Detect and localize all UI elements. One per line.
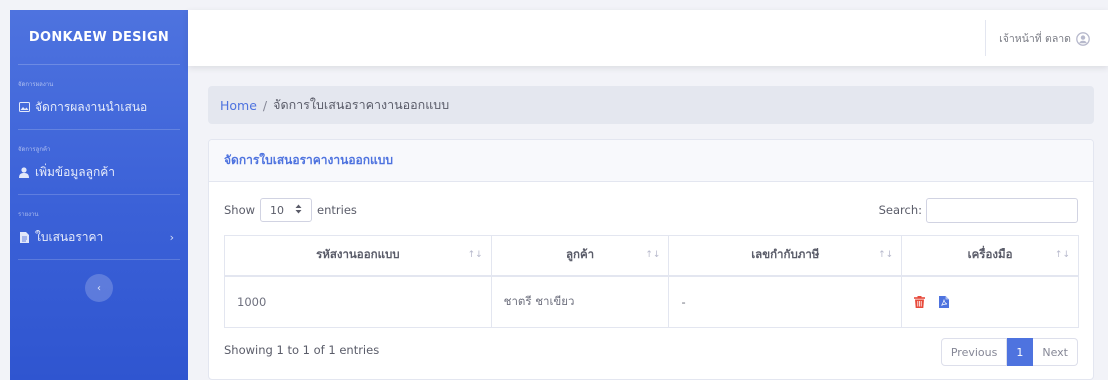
sidebar-item-manage-works[interactable]: จัดการผลงานนำเสนอ: [10, 89, 188, 125]
table-controls: Show 10 entries Search:: [224, 197, 1078, 223]
sidebar: DONKAEW DESIGN จัดการผลงาน จัดการผลงานนำ…: [10, 10, 188, 380]
entries-length-select[interactable]: 10: [260, 198, 313, 222]
table-search: Search:: [878, 197, 1078, 223]
pagination-next-button[interactable]: Next: [1033, 338, 1078, 366]
column-header-customer[interactable]: ลูกค้า ↑↓: [490, 235, 670, 277]
card-title: จัดการใบเสนอราคางานออกแบบ: [209, 140, 1093, 182]
column-header-tax-id[interactable]: เลขกำกับภาษี ↑↓: [668, 235, 903, 277]
search-input[interactable]: [926, 197, 1078, 223]
pagination-page-1[interactable]: 1: [1007, 338, 1034, 366]
sidebar-item-add-customer[interactable]: เพิ่มข้อมูลลูกค้า: [10, 154, 188, 190]
sort-icon: ↑↓: [467, 250, 483, 260]
topbar: เจ้าหน้าที่ ตลาด: [188, 10, 1108, 66]
sidebar-heading-works: จัดการผลงาน: [18, 81, 54, 88]
brand-logo[interactable]: DONKAEW DESIGN: [18, 10, 180, 65]
table-header-row: รหัสงานออกแบบ ↑↓ ลูกค้า ↑↓ เลขกำกับภาษี ↑↓ …: [224, 235, 1079, 277]
user-circle-icon: [1076, 31, 1090, 46]
sidebar-item-quotations[interactable]: ใบเสนอราคา ›: [10, 219, 188, 255]
sidebar-heading-reports: รายงาน: [18, 211, 39, 218]
entries-label: entries: [317, 203, 357, 217]
breadcrumb: Home / จัดการใบเสนอราคางานออกแบบ: [208, 86, 1094, 124]
pagination: Previous 1 Next: [940, 338, 1078, 366]
sort-icon: ↑↓: [878, 250, 894, 260]
cell-design-code: 1000: [224, 275, 492, 328]
quotation-table: รหัสงานออกแบบ ↑↓ ลูกค้า ↑↓ เลขกำกับภาษี ↑↓ …: [224, 235, 1079, 328]
table-row: 1000 ชาตรี ชาเขียว -: [224, 275, 1079, 328]
chevron-right-icon: ›: [169, 230, 174, 244]
cell-customer: ชาตรี ชาเขียว: [490, 275, 670, 328]
entries-length-value: 10: [270, 203, 285, 217]
breadcrumb-separator: /: [262, 97, 268, 113]
sidebar-item-label: เพิ่มข้อมูลลูกค้า: [35, 164, 115, 179]
cell-tax-id: -: [668, 275, 903, 328]
breadcrumb-home-link[interactable]: Home: [220, 98, 257, 113]
search-label: Search:: [878, 203, 922, 217]
sort-icon: ↑↓: [1054, 250, 1070, 260]
sort-icon: ↑↓: [645, 250, 661, 260]
breadcrumb-current: จัดการใบเสนอราคางานออกแบบ: [273, 97, 450, 112]
sidebar-divider: [18, 194, 180, 195]
sidebar-divider: [18, 259, 180, 260]
entries-length: Show 10 entries: [224, 198, 357, 222]
quotation-card: จัดการใบเสนอราคางานออกแบบ Show 10 entrie…: [208, 139, 1094, 380]
sidebar-toggle-button[interactable]: ‹: [85, 274, 113, 302]
user-menu[interactable]: เจ้าหน้าที่ ตลาด: [999, 30, 1090, 47]
trash-icon[interactable]: [914, 295, 926, 308]
column-header-tools[interactable]: เครื่องมือ ↑↓: [901, 235, 1079, 277]
user-icon: [18, 166, 30, 178]
cell-tools: [901, 275, 1079, 328]
pagination-previous-button[interactable]: Previous: [940, 338, 1008, 366]
sidebar-heading-customers: จัดการลูกค้า: [18, 146, 51, 153]
sort-updown-icon: [295, 204, 302, 217]
sidebar-item-label: จัดการผลงานนำเสนอ: [35, 99, 148, 114]
topbar-divider: [985, 20, 986, 56]
sidebar-divider: [18, 129, 180, 130]
image-icon: [18, 101, 30, 113]
user-name: เจ้าหน้าที่ ตลาด: [999, 33, 1071, 45]
pdf-file-icon[interactable]: [939, 295, 950, 308]
show-label: Show: [224, 203, 256, 217]
document-icon: [18, 231, 30, 243]
sidebar-item-label: ใบเสนอราคา: [35, 229, 104, 244]
column-header-design-code[interactable]: รหัสงานออกแบบ ↑↓: [224, 235, 492, 277]
table-info: Showing 1 to 1 of 1 entries: [224, 343, 380, 357]
